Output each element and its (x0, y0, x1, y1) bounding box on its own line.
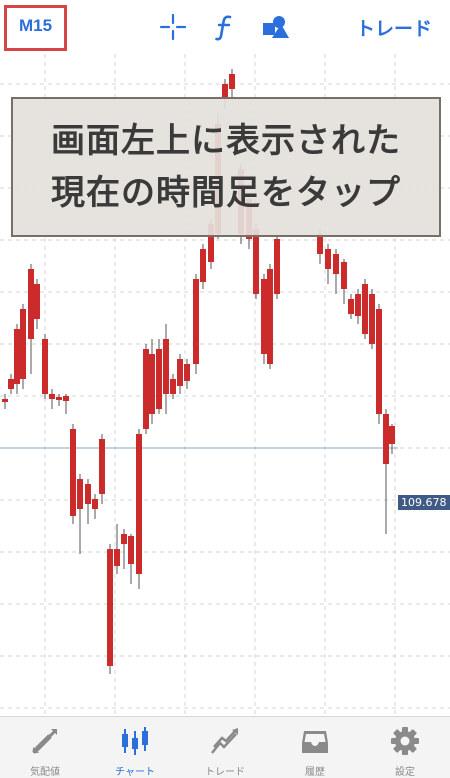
candle-down (348, 299, 354, 314)
candle-down (376, 309, 382, 414)
nav-label: 設定 (395, 767, 415, 778)
nav-label: 気配値 (30, 767, 60, 778)
candle-down (229, 74, 235, 89)
candle-down (389, 426, 395, 444)
candle-down (184, 364, 190, 381)
candle-down (143, 349, 149, 429)
nav-item-quotes[interactable]: 気配値 (0, 717, 90, 778)
candle-down (77, 479, 83, 509)
candle-down (163, 339, 169, 394)
candle-down (253, 229, 259, 294)
history-icon (302, 731, 328, 753)
candle-down (128, 536, 134, 564)
nav-item-chart[interactable]: チャート (90, 717, 180, 778)
nav-item-history[interactable]: 履歴 (270, 717, 360, 778)
candle-down (177, 359, 183, 386)
candle-down (14, 329, 20, 384)
candle-down (200, 249, 206, 282)
candle-down (274, 239, 280, 294)
candle-down (383, 414, 389, 464)
candle-down (107, 549, 113, 666)
candle-down (63, 396, 69, 401)
candle-down (333, 254, 339, 274)
candle-down (49, 394, 55, 399)
trade-button[interactable]: トレード (356, 14, 432, 41)
candle-down (325, 249, 331, 269)
instruction-line-2: 現在の時間足をタップ (51, 173, 401, 213)
nav-label: トレード (205, 767, 245, 778)
candle-down (136, 434, 142, 574)
candle-down (28, 269, 34, 339)
candle-down (121, 534, 127, 544)
chart-icon (122, 727, 148, 755)
candle-down (70, 429, 76, 516)
candle-down (8, 379, 14, 389)
trade-icon (211, 728, 238, 754)
candle-down (114, 549, 120, 566)
quotes-icon (32, 729, 57, 754)
nav-item-settings[interactable]: 設定 (360, 717, 450, 778)
crosshair-icon[interactable] (158, 12, 188, 42)
candle-down (2, 399, 8, 402)
candle-down (99, 439, 105, 494)
candle-down (149, 354, 155, 414)
candle-down (85, 484, 91, 504)
candle-down (170, 379, 176, 394)
settings-icon (391, 727, 419, 755)
candle-down (92, 499, 98, 509)
candle-down (34, 284, 40, 319)
candle-down (369, 294, 375, 344)
candle-down (362, 284, 368, 334)
objects-icon[interactable] (260, 12, 290, 42)
candle-down (317, 234, 323, 254)
candle-down (193, 279, 199, 364)
timeframe-button[interactable]: M15 (4, 5, 67, 51)
chart-toolbar: M15 トレード (0, 0, 450, 54)
function-icon[interactable] (210, 12, 240, 42)
candle-down (267, 269, 273, 364)
candle-down (341, 262, 347, 289)
nav-item-trade[interactable]: トレード (180, 717, 270, 778)
nav-label: チャート (115, 767, 155, 778)
candle-down (20, 309, 26, 379)
candle-down (355, 294, 361, 316)
nav-label: 履歴 (305, 767, 325, 778)
candle-down (261, 279, 267, 354)
instruction-overlay: 画面左上に表示された 現在の時間足をタップ (11, 97, 441, 237)
instruction-line-1: 画面左上に表示された (51, 121, 401, 161)
candle-down (42, 339, 48, 394)
candle-down (156, 349, 162, 409)
current-price-label: 109.678 (398, 495, 450, 510)
bottom-navigation: 気配値 チャート トレード 履歴 設定 (0, 716, 450, 778)
candle-down (56, 397, 62, 400)
